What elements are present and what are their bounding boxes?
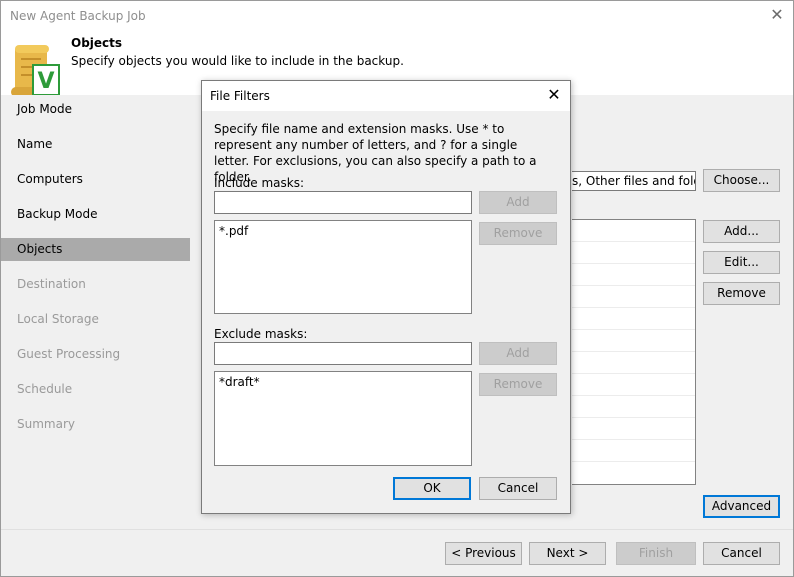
list-item[interactable]: *draft* [219, 375, 467, 389]
dialog-cancel-button[interactable]: Cancel [479, 477, 557, 500]
dialog-close-icon[interactable]: ✕ [546, 86, 562, 104]
previous-button[interactable]: < Previous [445, 542, 522, 565]
sidebar-item-name[interactable]: Name [1, 133, 190, 156]
cancel-button[interactable]: Cancel [703, 542, 780, 565]
sidebar-item-guest-processing: Guest Processing [17, 347, 121, 361]
wizard-footer: < Previous Next > Finish Cancel [1, 529, 793, 576]
exclude-masks-list[interactable]: *draft* [214, 371, 472, 466]
include-masks-list[interactable]: *.pdf [214, 220, 472, 314]
sidebar-item-destination: Destination [17, 277, 86, 291]
dialog-title-bar: File Filters ✕ [202, 81, 570, 111]
exclude-add-button: Add [479, 342, 557, 365]
window-close-icon[interactable]: ✕ [769, 6, 785, 24]
remove-button[interactable]: Remove [703, 282, 780, 305]
wizard-sidebar: Job Mode Name Computers Backup Mode Obje… [1, 95, 190, 529]
exclude-remove-button: Remove [479, 373, 557, 396]
add-button[interactable]: Add... [703, 220, 780, 243]
list-item[interactable]: *.pdf [219, 224, 467, 238]
exclude-masks-label: Exclude masks: [214, 327, 308, 341]
include-mask-input[interactable] [214, 191, 472, 214]
finish-button: Finish [616, 542, 696, 565]
title-bar: New Agent Backup Job ✕ [1, 1, 793, 31]
window-title: New Agent Backup Job [10, 9, 146, 23]
include-add-button: Add [479, 191, 557, 214]
next-button[interactable]: Next > [529, 542, 606, 565]
advanced-button[interactable]: Advanced [703, 495, 780, 518]
include-masks-label: Include masks: [214, 176, 305, 190]
exclusions-list[interactable] [572, 219, 696, 485]
sidebar-item-summary: Summary [17, 417, 75, 431]
header-subtitle: Specify objects you would like to includ… [71, 54, 404, 68]
choose-button[interactable]: Choose... [703, 169, 780, 192]
sidebar-item-backup-mode[interactable]: Backup Mode [1, 203, 190, 226]
svg-text:V: V [37, 69, 54, 94]
ok-button[interactable]: OK [393, 477, 471, 500]
sidebar-item-objects[interactable]: Objects [1, 238, 190, 261]
dialog-title: File Filters [210, 89, 270, 103]
exclude-mask-input[interactable] [214, 342, 472, 365]
sidebar-item-job-mode[interactable]: Job Mode [1, 98, 190, 121]
objects-field[interactable]: s, Other files and folder [572, 171, 696, 191]
file-filters-dialog: File Filters ✕ Specify file name and ext… [201, 80, 571, 514]
include-remove-button: Remove [479, 222, 557, 245]
header-title: Objects [71, 36, 123, 50]
sidebar-item-schedule: Schedule [17, 382, 73, 396]
edit-button[interactable]: Edit... [703, 251, 780, 274]
sidebar-item-computers[interactable]: Computers [1, 168, 190, 191]
sidebar-item-local-storage: Local Storage [17, 312, 99, 326]
